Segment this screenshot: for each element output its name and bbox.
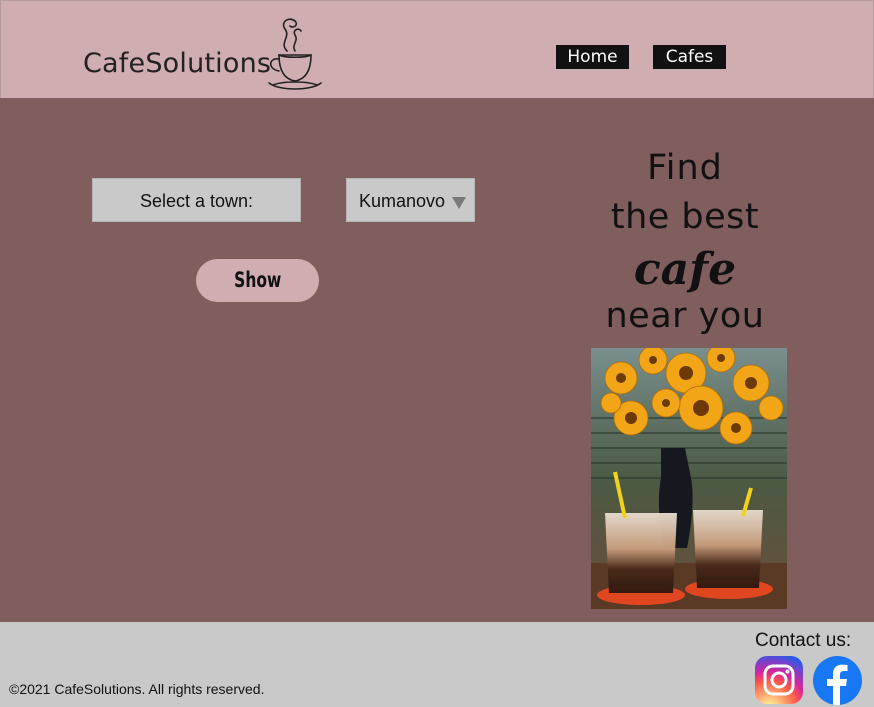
show-button-label: Show bbox=[233, 268, 282, 292]
coffee-cup-icon bbox=[268, 18, 322, 90]
tagline-line-2: the best bbox=[610, 197, 760, 237]
main-content: Select a town: Kumanovo Show Find the be… bbox=[0, 98, 874, 622]
site-footer: ©2021 CafeSolutions. All rights reserved… bbox=[0, 622, 874, 707]
cafe-photo bbox=[591, 348, 787, 609]
nav-cafes-button[interactable]: Cafes bbox=[653, 45, 726, 69]
contact-label: Contact us: bbox=[755, 630, 852, 651]
nav-home-button[interactable]: Home bbox=[556, 45, 629, 69]
tagline-line-1: Find bbox=[647, 148, 723, 188]
site-header: CafeSolutions Home Cafes bbox=[0, 0, 874, 98]
logo[interactable]: CafeSolutions bbox=[83, 11, 323, 97]
show-button[interactable]: Show bbox=[196, 259, 319, 302]
facebook-icon[interactable] bbox=[813, 656, 862, 705]
logo-text: CafeSolutions bbox=[83, 48, 272, 79]
town-select-value: Kumanovo bbox=[359, 191, 446, 211]
tagline-line-3: cafe bbox=[633, 244, 737, 295]
tagline: Find the best cafe near you bbox=[590, 148, 780, 338]
copyright-text: ©2021 CafeSolutions. All rights reserved… bbox=[9, 681, 265, 697]
town-select[interactable]: Kumanovo bbox=[346, 178, 475, 222]
instagram-icon[interactable] bbox=[755, 656, 803, 704]
dropdown-arrow-icon bbox=[452, 197, 466, 209]
select-town-label: Select a town: bbox=[92, 178, 301, 222]
tagline-line-4: near you bbox=[605, 296, 765, 336]
